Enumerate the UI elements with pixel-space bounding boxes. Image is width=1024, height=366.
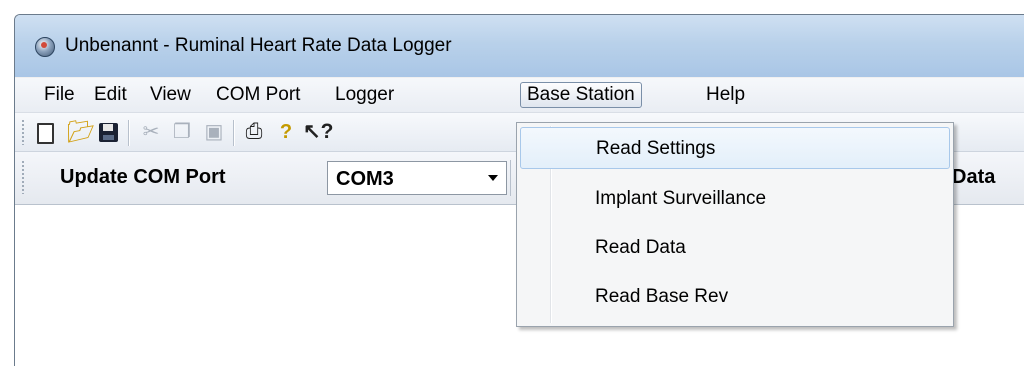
base-station-menu: Read Settings Implant Surveillance Read … bbox=[516, 122, 954, 327]
cut-icon[interactable]: ✂︎ bbox=[140, 121, 162, 143]
menu-item-label: Implant Surveillance bbox=[595, 188, 767, 209]
open-folder-icon[interactable]: 📂︎ bbox=[67, 121, 95, 143]
title-bar[interactable]: Unbenannt - Ruminal Heart Rate Data Logg… bbox=[15, 15, 1024, 77]
menu-item-label: Read Base Rev bbox=[595, 286, 729, 307]
window-title: Unbenannt - Ruminal Heart Rate Data Logg… bbox=[65, 35, 452, 56]
toolbar-separator bbox=[510, 160, 511, 196]
update-com-port-button[interactable]: Update COM Port bbox=[60, 166, 226, 189]
menu-item-implant-surveillance[interactable]: Implant Surveillance bbox=[520, 178, 950, 220]
print-icon[interactable]: ⎙ bbox=[243, 121, 265, 143]
toolbar-separator bbox=[128, 120, 129, 146]
menu-view[interactable]: View bbox=[150, 83, 191, 107]
menu-item-label: Read Data bbox=[595, 237, 686, 258]
menu-bar: File Edit View COM Port Logger Base Stat… bbox=[15, 78, 1024, 113]
paste-icon[interactable]: ▣ bbox=[203, 121, 225, 143]
com-port-select[interactable]: COM3 bbox=[327, 161, 507, 195]
menu-logger[interactable]: Logger bbox=[335, 83, 394, 107]
toolbar-separator bbox=[233, 120, 234, 146]
new-document-icon[interactable] bbox=[37, 123, 54, 144]
menu-com-port[interactable]: COM Port bbox=[216, 83, 300, 107]
menu-help[interactable]: Help bbox=[706, 83, 745, 107]
menu-item-read-settings[interactable]: Read Settings bbox=[520, 127, 950, 169]
read-data-button[interactable]: Data bbox=[952, 166, 995, 189]
menu-item-label: Read Settings bbox=[596, 138, 716, 159]
menu-item-read-data[interactable]: Read Data bbox=[520, 227, 950, 269]
menu-edit[interactable]: Edit bbox=[94, 83, 127, 107]
menu-base-station[interactable]: Base Station bbox=[520, 82, 642, 108]
com-port-value: COM3 bbox=[336, 168, 394, 190]
menu-item-read-base-rev[interactable]: Read Base Rev bbox=[520, 276, 950, 318]
save-icon[interactable] bbox=[99, 123, 118, 142]
toolbar-grip[interactable] bbox=[21, 160, 25, 194]
menu-file[interactable]: File bbox=[44, 83, 75, 107]
toolbar-grip[interactable] bbox=[21, 119, 25, 145]
copy-icon[interactable]: ❐ bbox=[171, 121, 193, 143]
help-icon[interactable]: ? bbox=[275, 121, 297, 143]
whats-this-icon[interactable]: ↖? bbox=[303, 121, 333, 143]
app-globe-icon[interactable] bbox=[35, 37, 55, 57]
chevron-down-icon[interactable] bbox=[488, 175, 498, 181]
